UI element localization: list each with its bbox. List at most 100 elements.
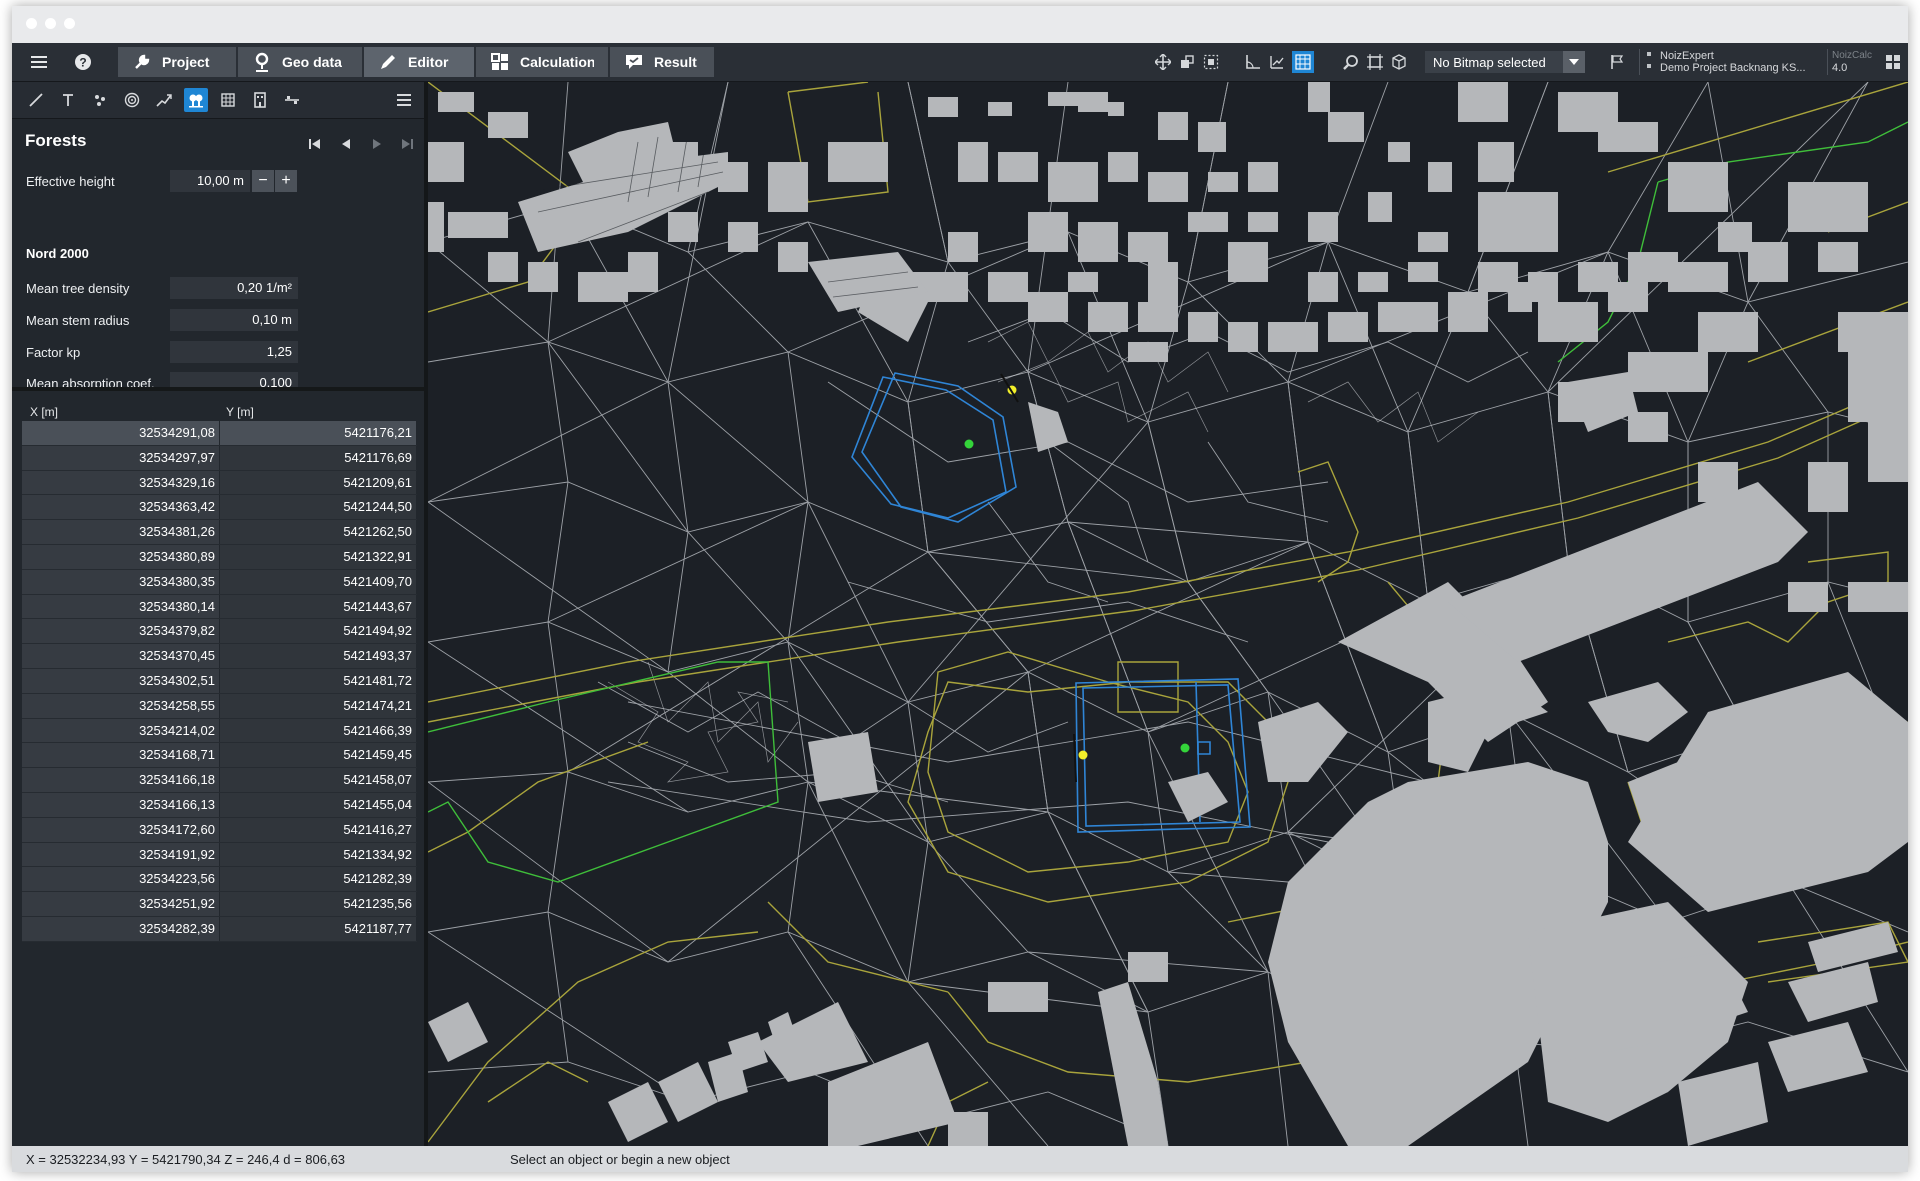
table-row[interactable]: 32534291,08 5421176,21 bbox=[22, 421, 417, 446]
x-coordinate-cell[interactable]: 32534282,39 bbox=[22, 916, 219, 941]
effective-height-input[interactable]: 10,00 m bbox=[170, 170, 250, 192]
y-coordinate-cell[interactable]: 5421493,37 bbox=[219, 644, 416, 668]
zoom-extents-icon[interactable] bbox=[1366, 53, 1384, 71]
x-coordinate-cell[interactable]: 32534223,56 bbox=[22, 867, 219, 892]
window-dot-icon[interactable] bbox=[26, 18, 37, 29]
text-tool-icon[interactable] bbox=[56, 88, 80, 112]
line-tool-icon[interactable] bbox=[24, 88, 48, 112]
panel-menu-icon[interactable] bbox=[392, 88, 416, 112]
y-coordinate-cell[interactable]: 5421459,45 bbox=[219, 743, 416, 768]
x-coordinate-cell[interactable]: 32534258,55 bbox=[22, 693, 219, 718]
y-coordinate-cell[interactable]: 5421187,77 bbox=[219, 916, 416, 941]
tab-calculation[interactable]: Calculation bbox=[476, 47, 608, 77]
y-coordinate-cell[interactable]: 5421409,70 bbox=[219, 569, 416, 594]
vertex-handle[interactable] bbox=[964, 439, 974, 449]
help-icon[interactable]: ? bbox=[70, 47, 96, 77]
table-row[interactable]: 32534258,55 5421474,21 bbox=[22, 693, 417, 719]
points-tool-icon[interactable] bbox=[88, 88, 112, 112]
table-row[interactable]: 32534282,39 5421187,77 bbox=[22, 916, 417, 942]
y-coordinate-cell[interactable]: 5421176,21 bbox=[219, 421, 416, 445]
building-grid-tool-icon[interactable] bbox=[216, 88, 240, 112]
y-coordinate-cell[interactable]: 5421209,61 bbox=[219, 470, 416, 495]
previous-record-icon[interactable] bbox=[337, 135, 355, 153]
table-row[interactable]: 32534329,16 5421209,61 bbox=[22, 470, 417, 496]
chevron-down-icon[interactable] bbox=[1563, 51, 1585, 73]
select-objects-icon[interactable] bbox=[1178, 53, 1196, 71]
move-icon[interactable] bbox=[1154, 53, 1172, 71]
x-coordinate-cell[interactable]: 32534379,82 bbox=[22, 619, 219, 644]
map-canvas[interactable] bbox=[427, 81, 1908, 1147]
x-coordinate-cell[interactable]: 32534363,42 bbox=[22, 495, 219, 520]
y-coordinate-cell[interactable]: 5421481,72 bbox=[219, 668, 416, 693]
y-coordinate-cell[interactable]: 5421466,39 bbox=[219, 718, 416, 743]
table-row[interactable]: 32534297,97 5421176,69 bbox=[22, 445, 417, 471]
first-record-icon[interactable] bbox=[306, 135, 324, 153]
x-coordinate-cell[interactable]: 32534297,97 bbox=[22, 445, 219, 470]
x-coordinate-cell[interactable]: 32534370,45 bbox=[22, 644, 219, 668]
tab-project[interactable]: Project bbox=[118, 47, 236, 77]
table-row[interactable]: 32534370,45 5421493,37 bbox=[22, 644, 417, 669]
decrease-button[interactable]: − bbox=[252, 170, 274, 192]
column-header-x[interactable]: X [m] bbox=[30, 405, 58, 419]
vertex-handle[interactable] bbox=[1078, 750, 1088, 760]
forest-tool-icon[interactable] bbox=[184, 88, 208, 112]
grid-view-icon[interactable] bbox=[1292, 51, 1314, 73]
hamburger-menu-icon[interactable] bbox=[26, 47, 52, 77]
source-tool-icon[interactable] bbox=[120, 88, 144, 112]
x-coordinate-cell[interactable]: 32534380,14 bbox=[22, 594, 219, 619]
mean-tree-density-input[interactable]: 0,20 1/m² bbox=[170, 277, 298, 299]
building-tool-icon[interactable] bbox=[248, 88, 272, 112]
column-header-y[interactable]: Y [m] bbox=[226, 405, 254, 419]
map-drawing[interactable] bbox=[427, 81, 1908, 1147]
table-row[interactable]: 32534381,26 5421262,50 bbox=[22, 520, 417, 545]
x-coordinate-cell[interactable]: 32534191,92 bbox=[22, 842, 219, 867]
y-coordinate-cell[interactable]: 5421244,50 bbox=[219, 495, 416, 520]
table-row[interactable]: 32534363,42 5421244,50 bbox=[22, 495, 417, 521]
table-row[interactable]: 32534379,82 5421494,92 bbox=[22, 619, 417, 645]
y-coordinate-cell[interactable]: 5421416,27 bbox=[219, 817, 416, 842]
x-coordinate-cell[interactable]: 32534166,18 bbox=[22, 768, 219, 792]
last-record-icon[interactable] bbox=[398, 135, 416, 153]
table-row[interactable]: 32534214,02 5421466,39 bbox=[22, 718, 417, 744]
window-dot-icon[interactable] bbox=[45, 18, 56, 29]
tab-result[interactable]: Result bbox=[610, 47, 714, 77]
barrier-tool-icon[interactable] bbox=[280, 88, 304, 112]
flag-icon[interactable] bbox=[1608, 53, 1626, 71]
x-coordinate-cell[interactable]: 32534302,51 bbox=[22, 668, 219, 693]
table-row[interactable]: 32534168,71 5421459,45 bbox=[22, 743, 417, 769]
mean-stem-radius-input[interactable]: 0,10 m bbox=[170, 309, 298, 331]
table-row[interactable]: 32534380,14 5421443,67 bbox=[22, 594, 417, 620]
x-coordinate-cell[interactable]: 32534380,35 bbox=[22, 569, 219, 594]
y-coordinate-cell[interactable]: 5421458,07 bbox=[219, 768, 416, 792]
table-row[interactable]: 32534166,18 5421458,07 bbox=[22, 768, 417, 793]
vertex-handle[interactable] bbox=[1180, 743, 1190, 753]
x-coordinate-cell[interactable]: 32534251,92 bbox=[22, 892, 219, 916]
tab-editor[interactable]: Editor bbox=[364, 47, 474, 77]
table-row[interactable]: 32534251,92 5421235,56 bbox=[22, 892, 417, 917]
table-row[interactable]: 32534191,92 5421334,92 bbox=[22, 842, 417, 868]
y-coordinate-cell[interactable]: 5421455,04 bbox=[219, 792, 416, 817]
y-coordinate-cell[interactable]: 5421443,67 bbox=[219, 594, 416, 619]
windows-layout-icon[interactable] bbox=[1884, 53, 1902, 71]
terrain-tool-icon[interactable] bbox=[152, 88, 176, 112]
user-info[interactable]: NoizExpert Demo Project Backnang KS... bbox=[1646, 50, 1806, 74]
table-row[interactable]: 32534166,13 5421455,04 bbox=[22, 792, 417, 818]
window-dot-icon[interactable] bbox=[64, 18, 75, 29]
y-coordinate-cell[interactable]: 5421474,21 bbox=[219, 693, 416, 718]
x-coordinate-cell[interactable]: 32534380,89 bbox=[22, 544, 219, 569]
bitmap-select[interactable]: No Bitmap selected bbox=[1425, 51, 1585, 73]
measure-angle-icon[interactable] bbox=[1244, 53, 1262, 71]
y-coordinate-cell[interactable]: 5421494,92 bbox=[219, 619, 416, 644]
zoom-icon[interactable] bbox=[1342, 53, 1360, 71]
x-coordinate-cell[interactable]: 32534166,13 bbox=[22, 792, 219, 817]
next-record-icon[interactable] bbox=[368, 135, 386, 153]
table-row[interactable]: 32534380,89 5421322,91 bbox=[22, 544, 417, 570]
x-coordinate-cell[interactable]: 32534291,08 bbox=[22, 421, 219, 445]
tab-geo-data[interactable]: Geo data bbox=[238, 47, 362, 77]
3d-view-icon[interactable] bbox=[1390, 53, 1408, 71]
x-coordinate-cell[interactable]: 32534214,02 bbox=[22, 718, 219, 743]
y-coordinate-cell[interactable]: 5421282,39 bbox=[219, 867, 416, 892]
y-coordinate-cell[interactable]: 5421262,50 bbox=[219, 520, 416, 544]
table-row[interactable]: 32534302,51 5421481,72 bbox=[22, 668, 417, 694]
table-row[interactable]: 32534223,56 5421282,39 bbox=[22, 867, 417, 893]
